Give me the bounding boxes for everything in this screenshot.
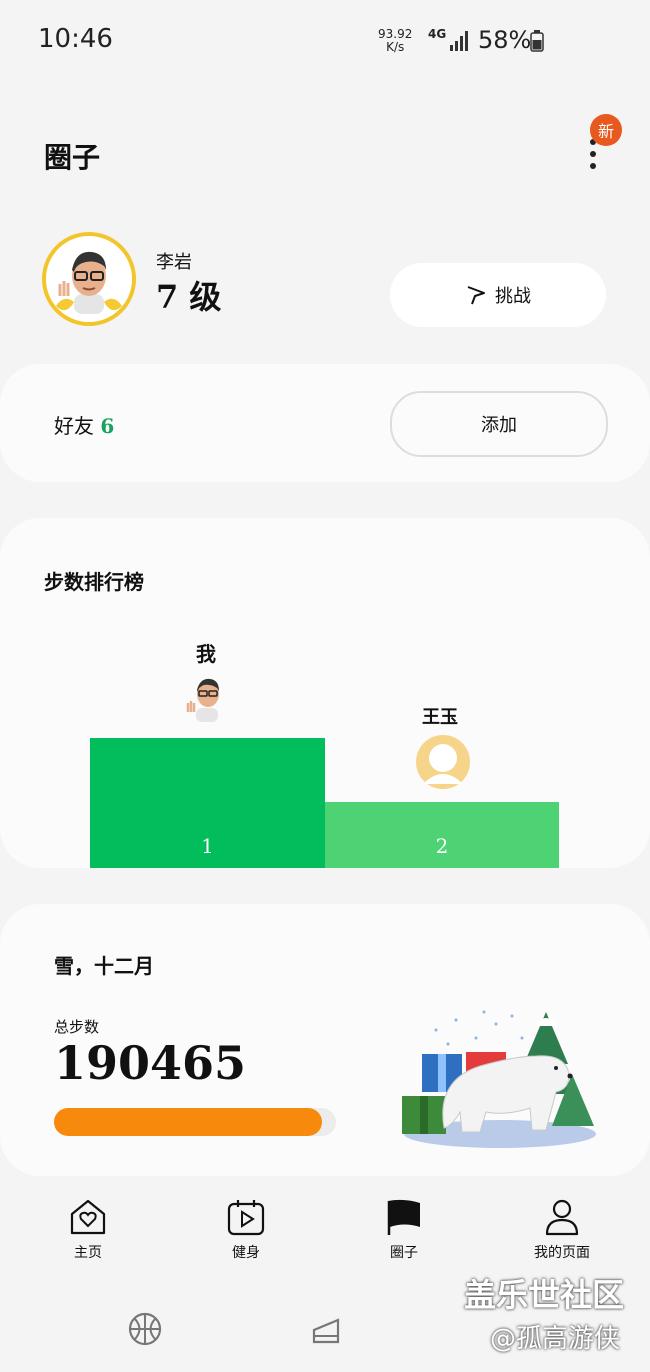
more-dot: [590, 151, 596, 157]
friends-summary[interactable]: 好友 6: [54, 410, 114, 439]
nav-circle[interactable]: 圈子: [344, 1198, 464, 1262]
app-icon-cake[interactable]: [310, 1312, 342, 1346]
friends-label: 好友: [54, 414, 94, 438]
nav-home[interactable]: 主页: [28, 1198, 148, 1262]
battery-percent: 58%: [478, 26, 532, 54]
rank2-bar: 2: [325, 802, 559, 868]
rank1-avatar: [186, 678, 219, 722]
rank1-number: 1: [201, 834, 214, 858]
watermark-sub: @孤高游侠: [490, 1324, 621, 1354]
steps-progress-fill: [54, 1108, 322, 1136]
avatar[interactable]: [42, 232, 136, 326]
battery-icon: [530, 30, 544, 52]
watermark-main: 盖乐世社区: [464, 1276, 625, 1314]
nav-my-page-label: 我的页面: [534, 1245, 590, 1261]
nav-fitness[interactable]: 健身: [186, 1198, 306, 1262]
user-level: 7 级: [156, 278, 222, 316]
rank1-bar: 1: [90, 738, 325, 868]
rank2-number: 2: [435, 834, 449, 858]
network-speed-unit: K/s: [386, 40, 405, 54]
network-speed: 93.92 K/s: [378, 28, 412, 54]
polar-bear-illustration: [402, 1010, 596, 1148]
steps-progress-bar: [54, 1108, 336, 1136]
rank1-name: 我: [196, 642, 216, 666]
network-type: 4G: [428, 27, 447, 41]
add-friend-label: 添加: [481, 415, 517, 436]
total-steps-value: 190465: [54, 1036, 247, 1090]
challenge-button[interactable]: 挑战: [390, 263, 606, 327]
home-heart-icon: [70, 1199, 106, 1235]
friends-count: 6: [100, 414, 115, 438]
signal-icon: [450, 31, 468, 51]
rank2-avatar: [416, 735, 470, 789]
nav-my-page[interactable]: 我的页面: [502, 1198, 622, 1262]
monthly-title: 雪，十二月: [54, 954, 154, 978]
nav-fitness-label: 健身: [232, 1245, 260, 1261]
person-icon: [545, 1199, 579, 1236]
calendar-play-icon: [227, 1200, 265, 1236]
app-icon-basketball[interactable]: [128, 1312, 162, 1346]
avatar-image: [46, 236, 132, 322]
leaderboard-title: 步数排行榜: [44, 570, 144, 594]
add-friend-button[interactable]: 添加: [390, 391, 608, 457]
status-time: 10:46: [38, 24, 113, 54]
nav-circle-label: 圈子: [390, 1245, 418, 1261]
total-steps-label: 总步数: [54, 1018, 100, 1036]
flag-filled-icon: [387, 1199, 420, 1235]
challenge-label: 挑战: [495, 286, 531, 307]
flag-outline-icon: [467, 286, 485, 305]
user-name: 李岩: [156, 252, 192, 273]
nav-home-label: 主页: [74, 1245, 102, 1261]
rank2-name: 王玉: [422, 707, 458, 728]
more-dot: [590, 163, 596, 169]
page-title: 圈子: [44, 141, 101, 174]
new-badge: 新: [590, 114, 622, 146]
